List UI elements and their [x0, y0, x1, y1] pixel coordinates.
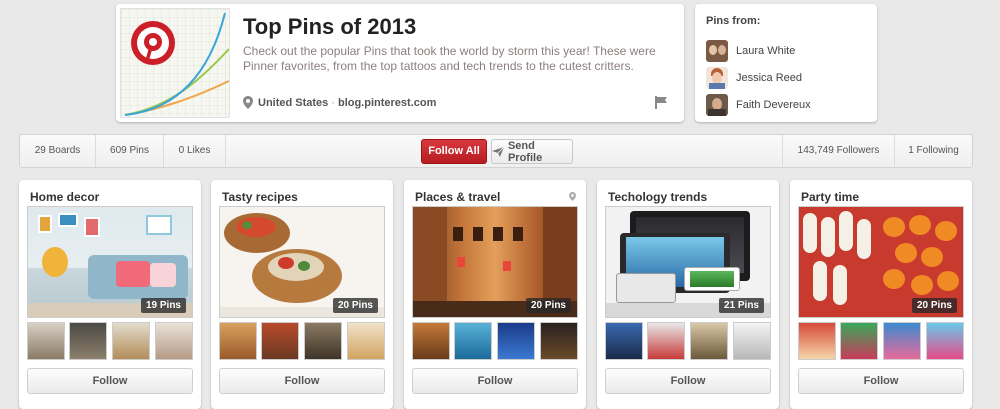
profile-stats-bar: 29 Boards 609 Pins 0 Likes Follow All Se… [19, 134, 973, 168]
profile-card: Top Pins of 2013 Check out the popular P… [116, 4, 684, 122]
board-thumbnail[interactable] [540, 322, 578, 360]
profile-website-link[interactable]: blog.pinterest.com [338, 97, 436, 109]
board-thumbnail[interactable] [261, 322, 299, 360]
board-title: Places & travel [415, 190, 501, 204]
page-title: Top Pins of 2013 [243, 14, 417, 39]
pinner-item[interactable]: Faith Devereux [706, 94, 811, 116]
board-cover-image[interactable]: 19 Pins [27, 206, 193, 318]
follow-board-button[interactable]: Follow [27, 368, 193, 394]
pinner-name: Jessica Reed [736, 72, 803, 84]
board-thumbnail[interactable] [155, 322, 193, 360]
pinner-avatar [706, 94, 728, 116]
board-cover-image[interactable]: 20 Pins [798, 206, 964, 318]
following-count-tab[interactable]: 1 Following [894, 135, 972, 167]
graph-paper-image [121, 9, 229, 117]
send-profile-label: Send Profile [507, 139, 543, 164]
pins-count-tab[interactable]: 609 Pins [96, 135, 164, 167]
send-profile-button[interactable]: Send Profile [491, 139, 573, 164]
board-cover-image[interactable]: 21 Pins [605, 206, 771, 318]
board-thumbnail[interactable] [605, 322, 643, 360]
board-title: Home decor [30, 190, 100, 204]
follow-all-button[interactable]: Follow All [421, 139, 487, 164]
board-thumbnail[interactable] [926, 322, 964, 360]
location-pin-icon [243, 96, 253, 109]
board-thumbnail[interactable] [647, 322, 685, 360]
board-pin-count: 20 Pins [525, 298, 571, 313]
follow-board-button[interactable]: Follow [219, 368, 385, 394]
pinner-avatar [706, 40, 728, 62]
board-thumbnail[interactable] [412, 322, 450, 360]
profile-avatar [120, 8, 230, 118]
board-pin-count: 21 Pins [718, 298, 764, 313]
board-thumbnail[interactable] [883, 322, 921, 360]
pins-from-title: Pins from: [706, 15, 761, 27]
pinner-avatar [706, 67, 728, 89]
pinner-name: Faith Devereux [736, 99, 811, 111]
board-thumbnail[interactable] [27, 322, 65, 360]
board-thumbnail[interactable] [69, 322, 107, 360]
board-pin-count: 19 Pins [140, 298, 186, 313]
profile-location-row: United States · blog.pinterest.com [243, 96, 436, 109]
board-pin-count: 20 Pins [332, 298, 378, 313]
board-thumbnail[interactable] [347, 322, 385, 360]
board-thumbnail[interactable] [454, 322, 492, 360]
profile-location: United States [258, 96, 329, 109]
followers-count-tab[interactable]: 143,749 Followers [782, 135, 894, 167]
board-card[interactable]: Techology trends 21 Pins Follow [597, 180, 779, 409]
likes-count-tab[interactable]: 0 Likes [164, 135, 226, 167]
board-cover-image[interactable]: 20 Pins [219, 206, 385, 318]
board-pin-count: 20 Pins [911, 298, 957, 313]
board-thumbnail[interactable] [798, 322, 836, 360]
board-thumbnail[interactable] [497, 322, 535, 360]
board-thumbnail[interactable] [690, 322, 728, 360]
board-title: Tasty recipes [222, 190, 298, 204]
flag-icon[interactable] [655, 96, 667, 109]
board-card[interactable]: Home decor 19 Pins Follow [19, 180, 201, 409]
board-title: Techology trends [608, 190, 708, 204]
follow-board-button[interactable]: Follow [412, 368, 578, 394]
board-title: Party time [801, 190, 860, 204]
boards-count-tab[interactable]: 29 Boards [20, 135, 96, 167]
pinner-item[interactable]: Laura White [706, 40, 795, 62]
pinner-item[interactable]: Jessica Reed [706, 67, 802, 89]
pinner-name: Laura White [736, 45, 796, 57]
send-icon [492, 146, 504, 157]
separator: · [331, 96, 335, 109]
board-card[interactable]: Party time 20 Pins Follow [790, 180, 972, 409]
pins-from-panel: Pins from: Laura White Jessica Reed Fait… [695, 4, 877, 122]
board-thumbnail[interactable] [112, 322, 150, 360]
location-pin-icon [569, 192, 576, 201]
board-card[interactable]: Places & travel 20 Pins Follow [404, 180, 586, 409]
profile-description: Check out the popular Pins that took the… [243, 44, 656, 73]
board-cover-image[interactable]: 20 Pins [412, 206, 578, 318]
board-thumbnail[interactable] [840, 322, 878, 360]
board-thumbnail[interactable] [304, 322, 342, 360]
board-thumbnail[interactable] [219, 322, 257, 360]
board-thumbnail[interactable] [733, 322, 771, 360]
follow-board-button[interactable]: Follow [798, 368, 964, 394]
board-card[interactable]: Tasty recipes 20 Pins Follow [211, 180, 393, 409]
follow-board-button[interactable]: Follow [605, 368, 771, 394]
